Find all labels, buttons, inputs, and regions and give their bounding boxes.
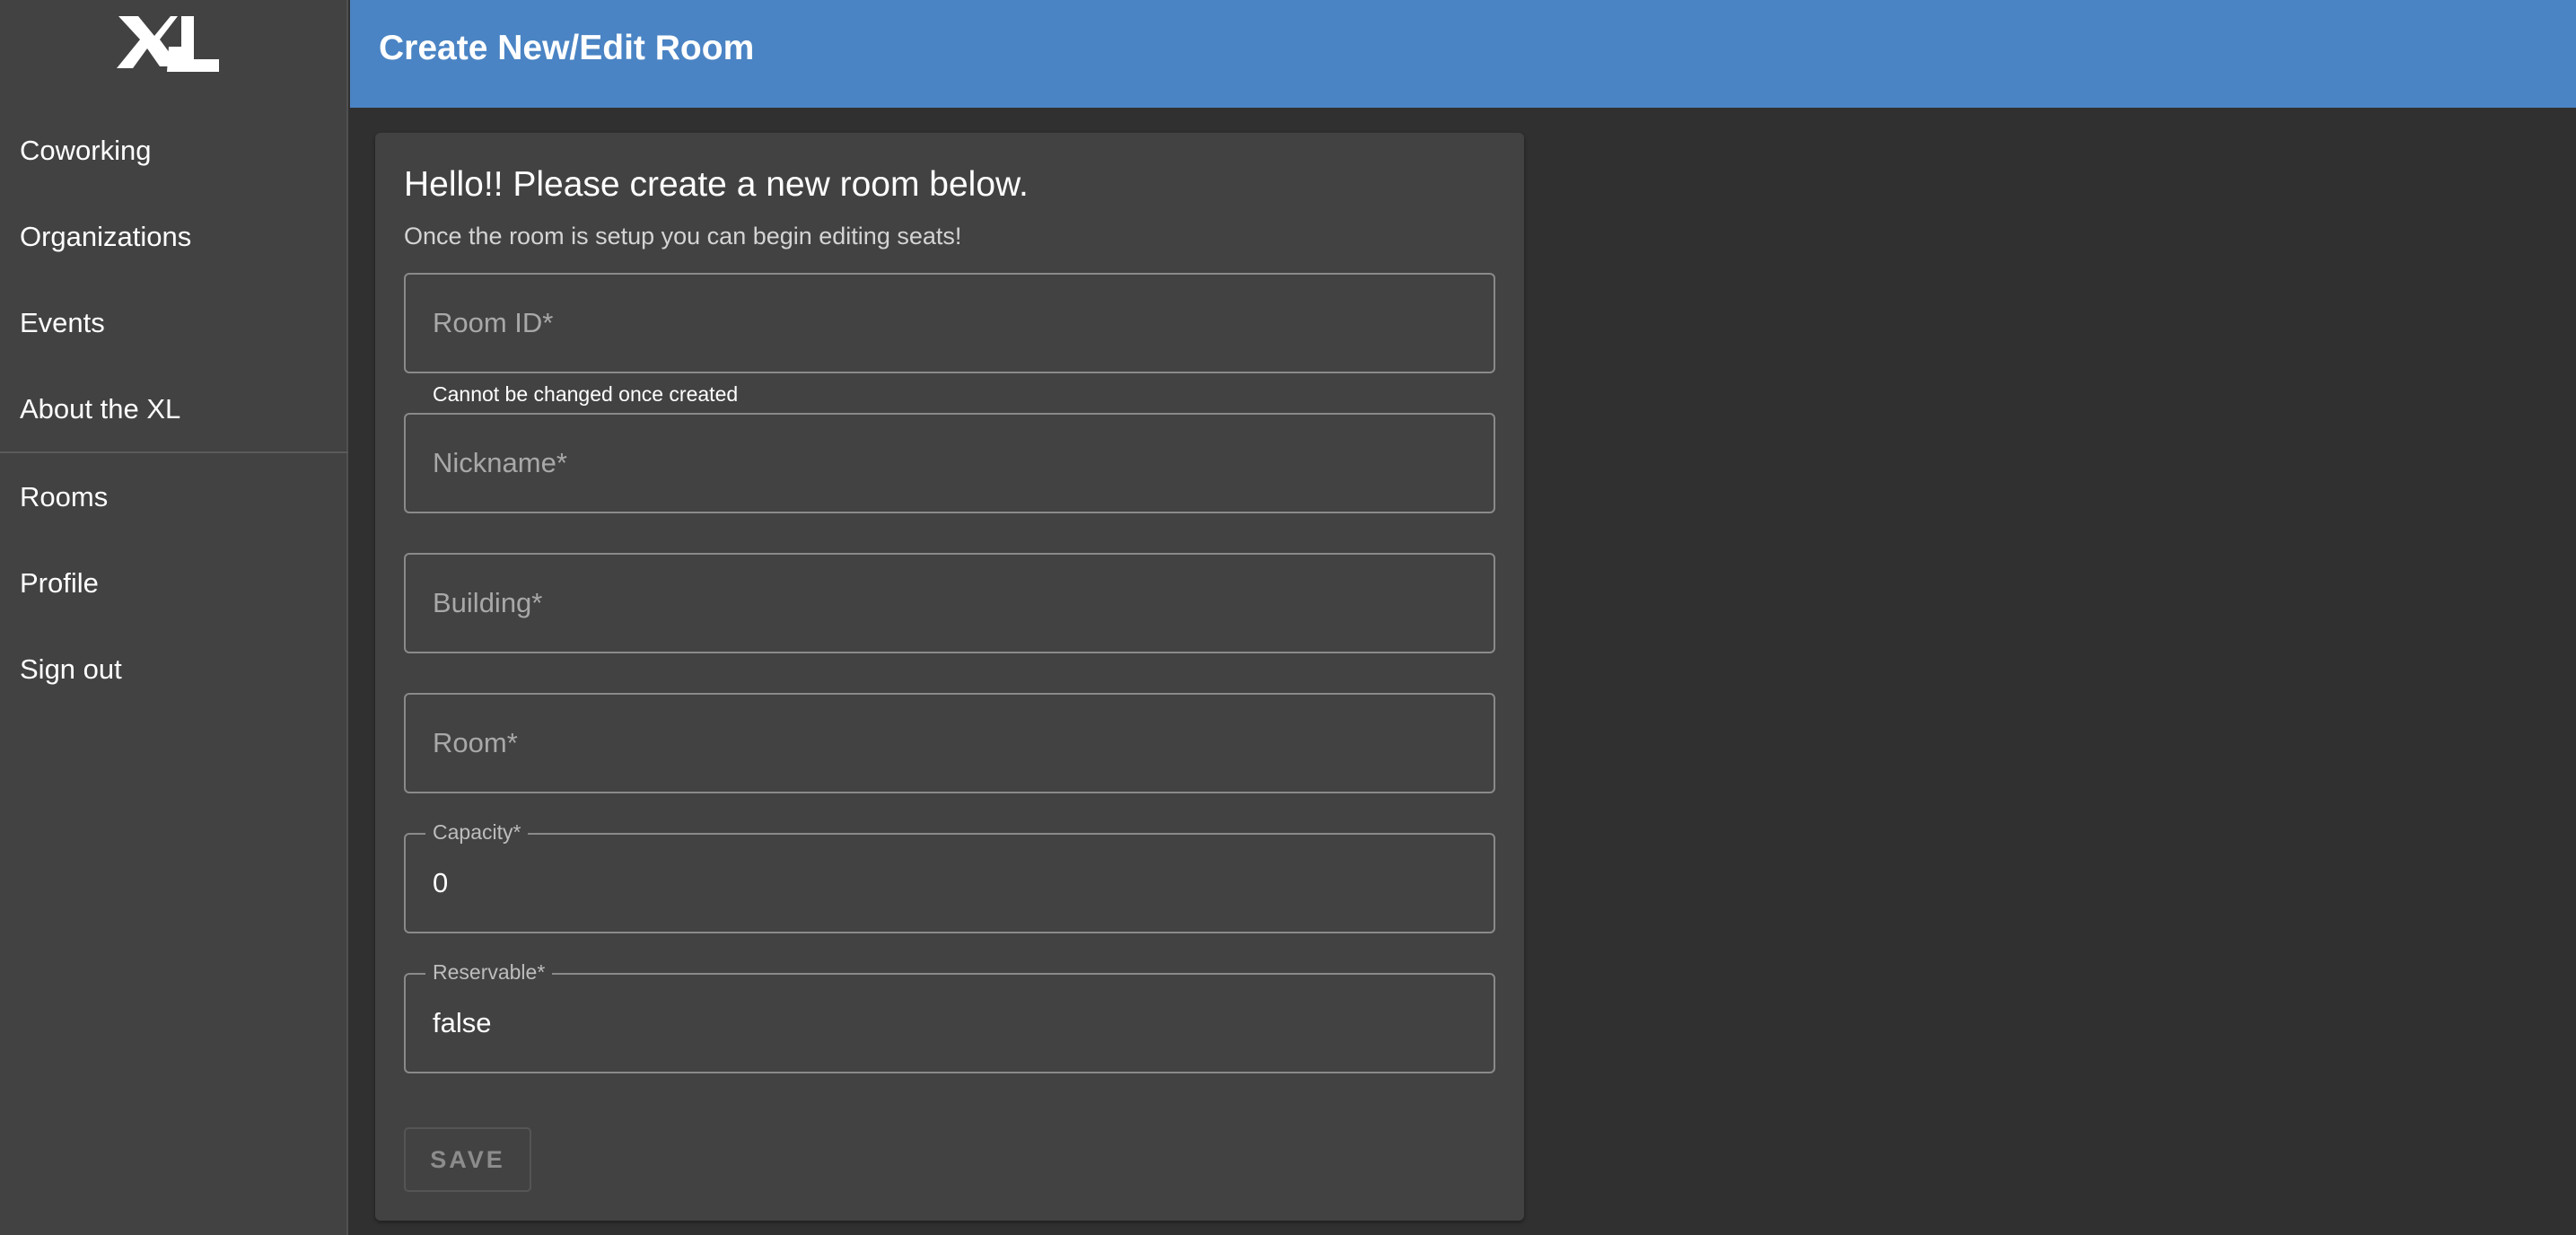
room-field[interactable]: Room* xyxy=(404,693,1495,793)
reservable-label: Reservable* xyxy=(425,960,553,985)
sidebar-item-sign-out[interactable]: Sign out xyxy=(20,653,122,686)
nickname-placeholder: Nickname* xyxy=(433,447,567,478)
sidebar-divider xyxy=(0,451,348,453)
room-form-card: Hello!! Please create a new room below. … xyxy=(375,133,1524,1221)
sidebar-item-events[interactable]: Events xyxy=(20,307,105,339)
app-header: Create New/Edit Room xyxy=(350,0,2576,108)
room-placeholder: Room* xyxy=(433,727,518,758)
capacity-label: Capacity* xyxy=(425,820,529,845)
nickname-field[interactable]: Nickname* xyxy=(404,413,1495,513)
page-title: Create New/Edit Room xyxy=(379,29,755,67)
building-placeholder: Building* xyxy=(433,587,543,618)
sidebar: Coworking Organizations Events About the… xyxy=(0,0,348,1235)
reservable-field[interactable]: Reservable* false xyxy=(404,960,1495,1073)
building-field[interactable]: Building* xyxy=(404,553,1495,653)
room-id-helper-text: Cannot be changed once created xyxy=(433,382,739,406)
sidebar-item-rooms[interactable]: Rooms xyxy=(20,481,108,513)
xl-logo-icon[interactable] xyxy=(115,13,221,77)
room-id-placeholder: Room ID* xyxy=(433,307,554,338)
capacity-field[interactable]: Capacity* 0 xyxy=(404,820,1495,933)
room-id-field[interactable]: Room ID* xyxy=(404,273,1495,373)
sidebar-item-profile[interactable]: Profile xyxy=(20,567,99,600)
form-subtitle: Once the room is setup you can begin edi… xyxy=(404,223,962,250)
form-title: Hello!! Please create a new room below. xyxy=(404,165,1029,204)
reservable-value: false xyxy=(433,1007,492,1038)
sidebar-item-coworking[interactable]: Coworking xyxy=(20,135,151,167)
sidebar-item-organizations[interactable]: Organizations xyxy=(20,221,191,253)
sidebar-item-about[interactable]: About the XL xyxy=(20,393,180,425)
capacity-value: 0 xyxy=(433,867,449,898)
save-button[interactable]: SAVE xyxy=(404,1127,531,1192)
